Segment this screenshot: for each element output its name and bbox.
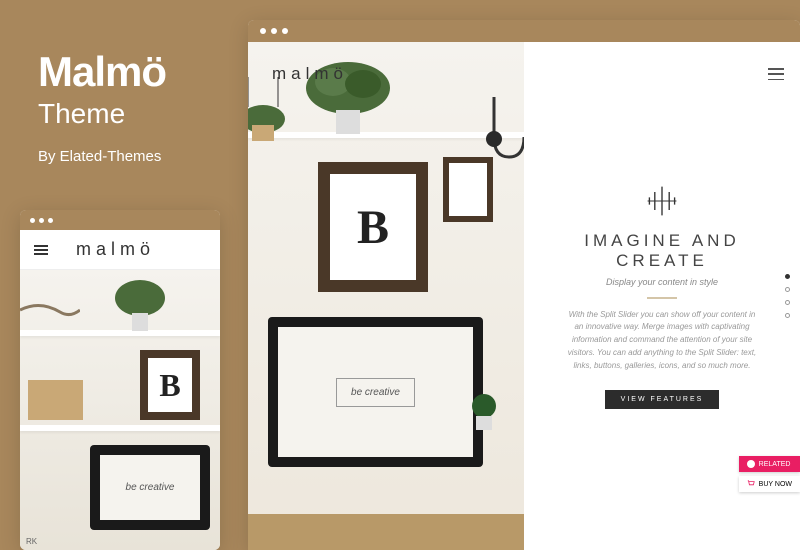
mobile-window-bar	[20, 210, 220, 230]
slide-dot-3[interactable]	[785, 300, 790, 305]
buy-now-badge[interactable]: BUY NOW	[739, 476, 800, 492]
hanging-plant-icon	[248, 77, 298, 152]
plant-icon	[110, 278, 170, 333]
related-badge[interactable]: RELATED	[739, 456, 800, 472]
related-label: RELATED	[759, 461, 791, 468]
slide-dot-4[interactable]	[785, 313, 790, 318]
monitor-screen-text: be creative	[278, 327, 473, 457]
hamburger-icon[interactable]	[768, 68, 784, 80]
slide-dot-1[interactable]	[785, 274, 790, 279]
frame-b: B	[318, 162, 428, 292]
buy-now-label: BUY NOW	[759, 481, 792, 488]
wood-crate	[28, 380, 83, 420]
desktop-preview: malmö B be	[248, 20, 800, 550]
split-heading: IMAGINE AND CREATE	[552, 231, 772, 271]
monitor: be creative	[268, 317, 483, 467]
theme-label: Theme	[38, 98, 166, 130]
hamburger-icon[interactable]	[34, 245, 48, 255]
cactus-icon	[464, 392, 504, 432]
side-badges: RELATED BUY NOW	[739, 456, 800, 492]
mobile-corner-text: RK	[26, 537, 37, 546]
mobile-preview: malmö B be creative RK	[20, 210, 220, 550]
monitor: be creative	[90, 445, 210, 530]
mobile-logo: malmö	[76, 239, 155, 260]
mobile-hero-image: B be creative RK	[20, 270, 220, 550]
split-subheading: Display your content in style	[606, 277, 718, 287]
desktop-logo[interactable]: malmö	[272, 64, 348, 84]
small-frame	[443, 157, 493, 222]
related-icon	[747, 460, 755, 468]
slide-dot-2[interactable]	[785, 287, 790, 292]
title-block: Malmö Theme By Elated-Themes	[38, 48, 166, 165]
divider	[647, 297, 677, 299]
branch-icon	[20, 290, 80, 335]
theme-name: Malmö	[38, 48, 166, 96]
crest-icon	[644, 183, 680, 219]
monitor-screen-text: be creative	[100, 455, 200, 520]
desk-surface	[248, 514, 524, 550]
theme-author: By Elated-Themes	[38, 148, 166, 165]
desktop-window-bar	[248, 20, 800, 42]
mobile-header: malmö	[20, 230, 220, 270]
split-left-image: B be creative	[248, 42, 524, 550]
split-body-text: With the Split Slider you can show off y…	[552, 309, 772, 373]
slide-indicator[interactable]	[785, 274, 790, 318]
cart-icon	[747, 480, 755, 488]
view-features-button[interactable]: VIEW FEATURES	[605, 390, 720, 409]
frame-b: B	[140, 350, 200, 420]
